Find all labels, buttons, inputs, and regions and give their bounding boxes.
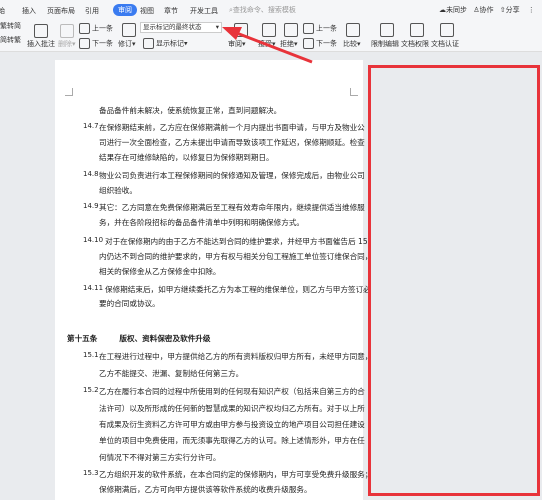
document-line: 在工程进行过程中，甲方提供给乙方的所有资料版权归甲方所有，未经甲方同意， [99, 352, 373, 361]
document-line: 保修期满后，乙方可向甲方提供该等软件系统的收费升级服务。 [99, 485, 312, 494]
document-line: 要的合同或协议。 [99, 299, 160, 308]
document-line: 务，并在各阶段招标的备品备件清单中列明和明确保修方式。 [99, 218, 305, 227]
clause-number: 14.8 [83, 170, 99, 178]
clause-number: 15.3 [83, 469, 99, 477]
document-line: 结果存在可维修缺陷的，以修复日为保修期到期日。 [99, 153, 274, 162]
page-corner-mark [65, 88, 73, 96]
document-line: 物业公司负责进行本工程保修期间的保修通知及管理，保修完成后，由物业公司 [99, 171, 365, 180]
heading-title: 版权、资料保密及软件升级 [119, 334, 211, 343]
document-line: 单位的项目中免费使用，而无须事先取得乙方的认可。除上述情形外，甲方在任 [99, 436, 365, 445]
clause-number: 14.11 [83, 284, 104, 292]
document-line: 乙方在履行本合同的过程中所使用到的任何现有知识产权（包括来自第三方的合 [99, 387, 365, 396]
document-line: 乙方不能提交、泄漏、复制给任何第三方。 [99, 369, 244, 378]
document-line: 乙方组织开发的软件系统，在本合同约定的保修期内，甲方可享受免费升级服务； [99, 470, 373, 479]
clause-number: 14.7 [83, 122, 99, 130]
document-line: 保修期结束后，如甲方继续委托乙方为本工程的维保单位，则乙方与甲方签订必 [105, 285, 371, 294]
section-heading: 第十五条 版权、资料保密及软件升级 [67, 333, 211, 344]
document-line: 何情况下不得对第三方实行分许可。 [99, 453, 221, 462]
document-line: 内仍达不到合同的维护要求的，甲方有权与相关分包工程施工单位签订维保合同， [99, 252, 373, 261]
document-line: 有成果及衍生资料乙方许可甲方或由甲方参与投资设立的地产项目公司担任建设 [99, 420, 365, 429]
markup-pane[interactable] [368, 65, 540, 496]
heading-number: 第十五条 [67, 334, 98, 343]
search-command[interactable]: ⌕查找命令、搜索模板 [229, 5, 296, 15]
document-line: 备品备件前未解决，使系统恢复正常，直到问题解决。 [99, 106, 282, 115]
clause-number: 14.10 [83, 236, 104, 244]
document-line: 组织验收。 [99, 186, 137, 195]
more-icon[interactable]: ⋮ [528, 6, 535, 14]
collab-button[interactable]: ♙协作 [473, 6, 493, 14]
document-line: 相关的保修金从乙方保修金中扣除。 [99, 267, 221, 276]
clause-number: 15.2 [83, 386, 99, 394]
document-line: 其它：乙方同意在免费保修期满后至工程有效寿命年限内，继续提供适当维修服 [99, 203, 365, 212]
clause-number: 15.1 [83, 351, 99, 359]
document-line: 在保修期结束前，乙方应在保修期满前一个月内提出书面申请，与甲方及物业公 [99, 123, 365, 132]
document-line: 对于在保修期内的由于乙方不能达到合同的维护要求，并经甲方书面催告后 15 天 [105, 237, 378, 246]
clause-number: 14.9 [83, 202, 99, 210]
document-line: 司进行一次全面检查，乙方未提出申请而导致该项工作延迟，保修期顺延。检查 [99, 138, 365, 147]
share-button[interactable]: ⇧分享 [500, 6, 520, 14]
document-line: 法许可）以及所形成的任何新的智慧成果的知识产权均归乙方所有。对于以上所 [99, 404, 365, 413]
page-corner-mark [350, 88, 358, 96]
sync-button[interactable]: ☁未同步 [439, 6, 467, 14]
